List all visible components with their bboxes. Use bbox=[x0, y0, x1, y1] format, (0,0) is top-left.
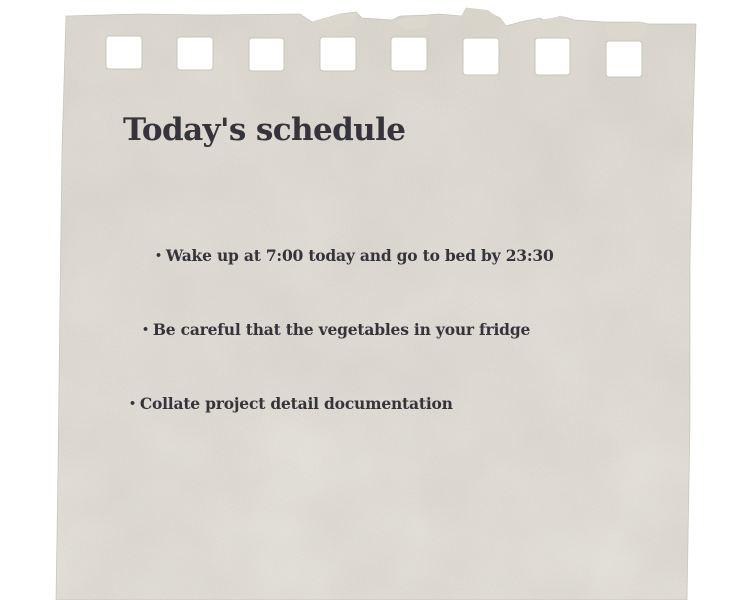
binder-hole bbox=[390, 36, 428, 72]
bullet-icon: • bbox=[142, 323, 149, 336]
schedule-item: • Collate project detail documentation bbox=[129, 394, 453, 413]
schedule-title: Today's schedule bbox=[123, 112, 406, 148]
binder-hole bbox=[176, 36, 214, 71]
canvas: Today's schedule • Wake up at 7:00 today … bbox=[0, 0, 735, 600]
bullet-icon: • bbox=[129, 397, 136, 410]
schedule-item-text: Wake up at 7:00 today and go to bed by 2… bbox=[165, 246, 554, 265]
binder-hole bbox=[534, 37, 571, 76]
schedule-item: • Wake up at 7:00 today and go to bed by … bbox=[155, 246, 554, 265]
binder-hole bbox=[462, 37, 500, 76]
schedule-item: • Be careful that the vegetables in your … bbox=[142, 320, 530, 339]
notepad-paper bbox=[55, 7, 697, 600]
schedule-item-text: Collate project detail documentation bbox=[139, 394, 453, 413]
binder-hole bbox=[605, 40, 643, 78]
bullet-icon: • bbox=[155, 249, 162, 262]
binder-hole bbox=[248, 37, 285, 72]
binder-hole bbox=[319, 36, 357, 72]
schedule-item-text: Be careful that the vegetables in your f… bbox=[152, 320, 531, 339]
binder-hole bbox=[105, 35, 143, 70]
